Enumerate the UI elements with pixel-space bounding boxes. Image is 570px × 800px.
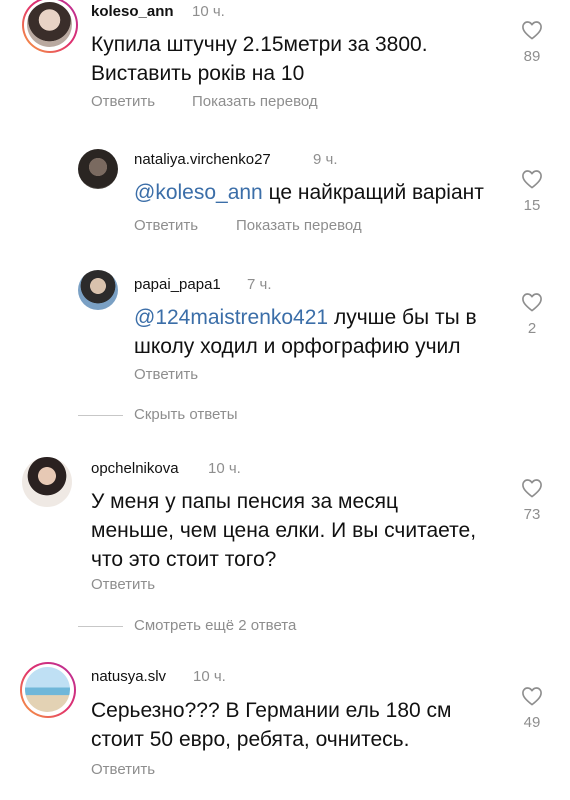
comment-text: У меня у папы пенсия за месяц меньше, че… xyxy=(91,487,476,574)
like-button[interactable]: 89 xyxy=(512,20,552,65)
like-count: 15 xyxy=(523,197,541,214)
username[interactable]: nataliya.virchenko27 xyxy=(134,151,271,168)
avatar[interactable] xyxy=(78,270,118,310)
translate-button[interactable]: Показать перевод xyxy=(192,93,318,110)
comment-opchelnikova: opchelnikova 10 ч. У меня у папы пенсия … xyxy=(0,452,570,602)
like-count: 2 xyxy=(527,320,537,337)
comment-text: Серьезно??? В Германии ель 180 см стоит … xyxy=(91,696,451,754)
mention-link[interactable]: @124maistrenko421 xyxy=(134,306,328,329)
like-button[interactable]: 15 xyxy=(512,169,552,214)
avatar[interactable] xyxy=(22,0,78,53)
reply-button[interactable]: Ответить xyxy=(91,576,155,593)
comment-text-line: Купила штучну 2.15метри за 3800. xyxy=(91,33,428,56)
avatar[interactable] xyxy=(20,662,76,718)
username[interactable]: koleso_ann xyxy=(91,3,174,20)
comment-text-line: Серьезно??? В Германии ель 180 см xyxy=(91,699,452,722)
timestamp: 7 ч. xyxy=(247,276,272,293)
like-button[interactable]: 2 xyxy=(512,292,552,337)
like-button[interactable]: 49 xyxy=(512,686,552,731)
avatar[interactable] xyxy=(78,149,118,189)
reply-papai-papa1: papai_papa1 7 ч. @124maistrenko421 лучше… xyxy=(0,268,570,398)
heart-outline-icon xyxy=(522,170,542,189)
comment-koleso-ann: koleso_ann 10 ч. Купила штучну 2.15метри… xyxy=(0,0,570,130)
mention-link[interactable]: @koleso_ann xyxy=(134,181,263,204)
comment-natusya-slv: natusya.slv 10 ч. Серьезно??? В Германии… xyxy=(0,660,570,800)
heart-outline-icon xyxy=(522,293,542,312)
thread-divider xyxy=(78,415,123,416)
translate-button[interactable]: Показать перевод xyxy=(236,217,362,234)
heart-outline-icon xyxy=(522,479,542,498)
reply-button[interactable]: Ответить xyxy=(91,93,155,110)
comment-text-line: Виставить років на 10 xyxy=(91,62,305,85)
like-button[interactable]: 73 xyxy=(512,478,552,523)
username[interactable]: opchelnikova xyxy=(91,460,179,477)
username[interactable]: natusya.slv xyxy=(91,668,166,685)
like-count: 89 xyxy=(523,48,541,65)
username[interactable]: papai_papa1 xyxy=(134,276,221,293)
reply-button[interactable]: Ответить xyxy=(134,366,198,383)
avatar[interactable] xyxy=(22,457,72,507)
timestamp: 10 ч. xyxy=(193,668,226,685)
comment-text: @124maistrenko421 лучше бы ты в школу хо… xyxy=(134,303,477,361)
like-count: 73 xyxy=(523,506,541,523)
reply-nataliya-virchenko27: nataliya.virchenko27 9 ч. @koleso_ann це… xyxy=(0,145,570,245)
like-count: 49 xyxy=(523,714,541,731)
timestamp: 10 ч. xyxy=(208,460,241,477)
comment-text-line: школу ходил и орфографию учил xyxy=(134,335,461,358)
comment-text-body: це найкращий варіант xyxy=(262,181,484,204)
hide-replies-button[interactable]: Скрыть ответы xyxy=(134,406,238,423)
view-more-replies-button[interactable]: Смотреть ещё 2 ответа xyxy=(134,617,296,634)
comment-text-line: стоит 50 евро, ребята, очнитесь. xyxy=(91,728,410,751)
thread-divider xyxy=(78,626,123,627)
reply-button[interactable]: Ответить xyxy=(134,217,198,234)
comment-text-line: У меня у папы пенсия за месяц xyxy=(91,490,399,513)
heart-outline-icon xyxy=(522,21,542,40)
comment-text-body: лучше бы ты в xyxy=(328,306,477,329)
comment-text: Купила штучну 2.15метри за 3800. Вистави… xyxy=(91,30,428,88)
timestamp: 9 ч. xyxy=(313,151,338,168)
comment-text-line: что это стоит того? xyxy=(91,548,277,571)
reply-button[interactable]: Ответить xyxy=(91,761,155,778)
heart-outline-icon xyxy=(522,687,542,706)
comment-text: @koleso_ann це найкращий варіант xyxy=(134,178,484,207)
comment-text-line: меньше, чем цена елки. И вы считаете, xyxy=(91,519,477,542)
timestamp: 10 ч. xyxy=(192,3,225,20)
